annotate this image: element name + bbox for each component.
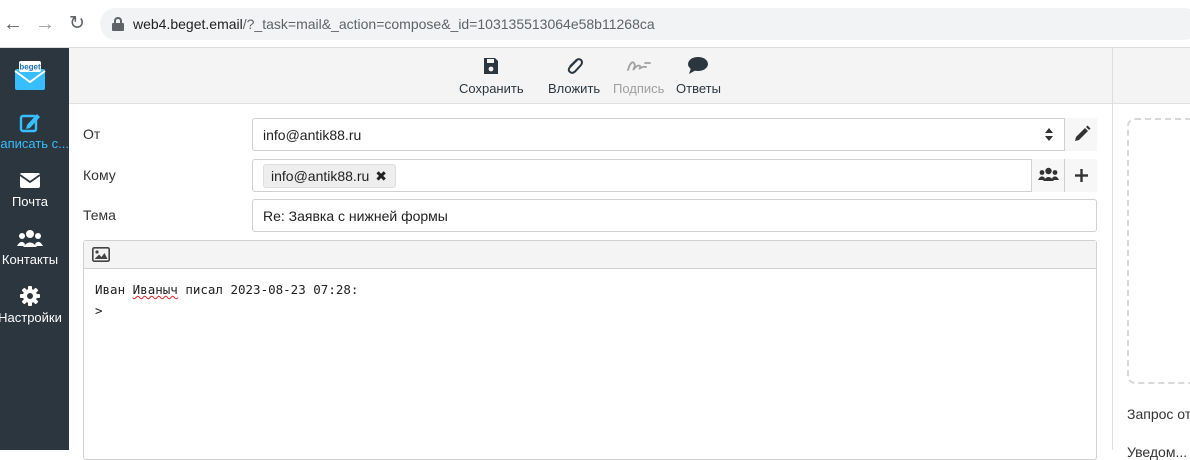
address-book-button[interactable] bbox=[1031, 159, 1064, 192]
select-arrows-icon bbox=[1045, 128, 1053, 142]
from-select[interactable]: info@antik88.ru bbox=[252, 118, 1097, 151]
compose-icon bbox=[19, 114, 40, 133]
paperclip-icon bbox=[567, 58, 584, 74]
signature-button[interactable]: Подпись bbox=[613, 54, 664, 96]
from-label: От bbox=[83, 126, 101, 142]
recipient-chip[interactable]: info@antik88.ru ✖ bbox=[263, 164, 397, 188]
sidebar: beget Написать с... Почта Контакты bbox=[0, 48, 69, 450]
contacts-icon bbox=[17, 230, 43, 247]
speech-bubble-icon bbox=[688, 57, 709, 74]
signature-icon bbox=[626, 61, 651, 71]
right-panel: Запрос от Уведом... bbox=[1112, 104, 1190, 460]
subject-input[interactable]: Re: Заявка с нижней формы bbox=[252, 199, 1097, 232]
sidebar-item-label: Настройки bbox=[0, 310, 62, 325]
reload-icon[interactable]: ↻ bbox=[66, 13, 88, 35]
message-body[interactable]: Иван Иваныч писал 2023-08-23 07:28: > bbox=[95, 279, 358, 321]
browser-bar: ← → ↻ web4.beget.email/?_task=mail&_acti… bbox=[0, 0, 1190, 48]
responses-button[interactable]: Ответы bbox=[676, 54, 721, 96]
attachment-dropzone[interactable] bbox=[1127, 118, 1190, 384]
add-header-button[interactable] bbox=[1064, 159, 1097, 192]
to-label: Кому bbox=[83, 167, 116, 183]
subject-label: Тема bbox=[83, 207, 116, 223]
save-button[interactable]: Сохранить bbox=[459, 54, 524, 96]
gear-icon bbox=[20, 286, 40, 306]
attach-button[interactable]: Вложить bbox=[548, 54, 600, 96]
option-label: Запрос от bbox=[1127, 406, 1190, 422]
sidebar-item-label: Написать с... bbox=[0, 136, 70, 151]
quote-header: Иван Иваныч писал 2023-08-23 07:28: bbox=[95, 282, 359, 297]
floppy-disk-icon bbox=[484, 58, 499, 74]
sidebar-item-compose[interactable]: Написать с... bbox=[0, 110, 70, 160]
mail-icon bbox=[19, 173, 41, 188]
sidebar-item-settings[interactable]: Настройки bbox=[0, 284, 70, 334]
right-toolbar bbox=[1112, 48, 1190, 104]
compose-toolbar: Сохранить Вложить Подпись Ответы bbox=[69, 48, 1112, 104]
image-icon[interactable] bbox=[92, 247, 110, 262]
editor-toolbar bbox=[84, 241, 1096, 269]
beget-logo-icon[interactable]: beget bbox=[13, 59, 47, 93]
remove-recipient-icon[interactable]: ✖ bbox=[375, 165, 387, 187]
message-editor[interactable]: Иван Иваныч писал 2023-08-23 07:28: > bbox=[83, 240, 1097, 460]
forward-arrow-icon[interactable]: → bbox=[34, 13, 56, 35]
pencil-icon bbox=[1075, 125, 1091, 141]
edit-identity-button[interactable] bbox=[1064, 118, 1097, 151]
sidebar-item-label: Контакты bbox=[1, 252, 59, 267]
compose-form: От info@antik88.ru Кому info@antik88.ru ✖ bbox=[69, 104, 1112, 460]
plus-icon bbox=[1075, 169, 1088, 182]
contacts-icon bbox=[1038, 167, 1059, 181]
url-text: web4.beget.email/?_task=mail&_action=com… bbox=[133, 16, 655, 32]
svg-text:beget: beget bbox=[19, 63, 41, 72]
sidebar-item-contacts[interactable]: Контакты bbox=[0, 226, 70, 276]
quote-marker: > bbox=[95, 303, 103, 318]
back-arrow-icon[interactable]: ← bbox=[2, 13, 24, 35]
sidebar-item-mail[interactable]: Почта bbox=[0, 168, 70, 218]
address-bar[interactable]: web4.beget.email/?_task=mail&_action=com… bbox=[100, 8, 1190, 40]
sidebar-item-label: Почта bbox=[11, 194, 49, 209]
to-field[interactable]: info@antik88.ru ✖ bbox=[252, 159, 1097, 192]
option-label: Уведом... bbox=[1127, 444, 1188, 460]
lock-icon[interactable] bbox=[112, 17, 124, 31]
